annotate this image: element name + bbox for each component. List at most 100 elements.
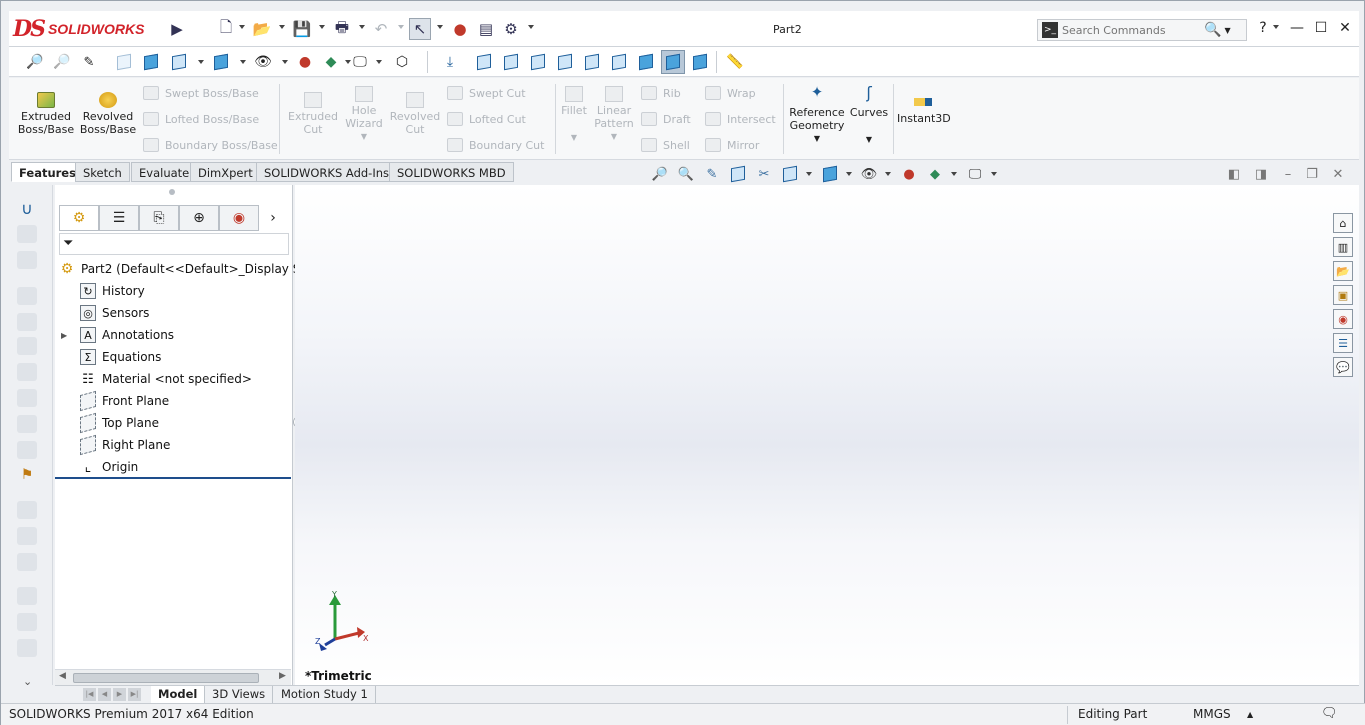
close-window-icon[interactable]: ✕ <box>1335 17 1355 39</box>
draft-button[interactable]: Draft <box>641 112 691 126</box>
appearances-scenes-icon[interactable]: ◉ <box>1333 309 1353 329</box>
new-document-icon[interactable]: 🗋 <box>216 18 236 39</box>
tab-3d-views[interactable]: 3D Views <box>205 686 274 703</box>
doc-restore-icon[interactable]: ❐ <box>1303 165 1321 183</box>
solidworks-resources-home-icon[interactable]: ⌂ <box>1333 213 1353 233</box>
expand-menu-arrow-icon[interactable]: ▶ <box>167 19 187 39</box>
select-arrow-icon[interactable]: ↖ <box>409 18 431 40</box>
tree-item-equations[interactable]: Σ Equations <box>80 347 161 367</box>
tree-filter-box[interactable]: ⏷ <box>59 233 289 255</box>
hud-view-orientation-caret-icon[interactable] <box>806 172 812 176</box>
tab-features[interactable]: Features <box>11 162 84 182</box>
help-dropdown-caret-icon[interactable] <box>1273 25 1279 29</box>
display-style-icon[interactable] <box>211 52 231 72</box>
bottom-view-icon[interactable] <box>609 52 629 72</box>
hide-show-items-eye-icon[interactable]: 👁 <box>253 52 273 72</box>
open-dropdown-caret-icon[interactable] <box>279 25 285 29</box>
design-library-icon[interactable]: ▥ <box>1333 237 1353 257</box>
undo-dropdown-caret-icon[interactable] <box>398 25 404 29</box>
zoom-to-fit-icon[interactable]: 🔎 <box>25 52 45 72</box>
graphics-area[interactable]: Y X Z *Trimetric ⌂ ▥ 📂 ▣ ◉ ☰ 💬 <box>295 185 1359 685</box>
hud-view-orientation-icon[interactable] <box>781 165 799 183</box>
first-tab-icon[interactable]: |◀ <box>83 688 96 701</box>
doc-minimize-icon[interactable]: – <box>1279 165 1297 183</box>
scroll-thumb[interactable] <box>73 673 259 683</box>
shell-button[interactable]: Shell <box>641 138 690 152</box>
measure-tool-icon[interactable]: 📏 <box>725 52 745 72</box>
hole-wizard-caret-icon[interactable]: ▼ <box>339 130 389 143</box>
revolved-boss-button[interactable]: Revolved Boss/Base <box>79 92 137 136</box>
magnet-icon[interactable]: ∪ <box>17 199 37 218</box>
tree-item-right-plane[interactable]: Right Plane <box>80 434 170 456</box>
zoom-to-area-icon[interactable]: 🔎 <box>52 52 72 72</box>
boundary-boss-button[interactable]: Boundary Boss/Base <box>143 138 278 152</box>
dimxpert-manager-tab-icon[interactable]: ⊕ <box>179 205 219 231</box>
select-dropdown-caret-icon[interactable] <box>437 25 443 29</box>
curves-caret-icon[interactable]: ▼ <box>849 133 889 146</box>
viewport-tile-right-icon[interactable]: ◨ <box>1252 165 1270 183</box>
strip-tool-icon[interactable] <box>17 415 37 433</box>
print-icon[interactable]: 🖶 <box>332 18 352 39</box>
prev-tab-icon[interactable]: ◀ <box>98 688 111 701</box>
hud-edit-appearance-icon[interactable]: ● <box>900 165 918 183</box>
reference-geometry-button[interactable]: ✦ Reference Geometry ▼ <box>787 85 847 145</box>
search-commands-box[interactable]: >_ 🔍 ▼ <box>1037 19 1247 41</box>
intersect-button[interactable]: Intersect <box>705 112 776 126</box>
apply-scene-icon[interactable]: ◆ <box>321 52 341 72</box>
previous-view-icon[interactable]: ✎ <box>79 52 99 72</box>
reference-geometry-caret-icon[interactable]: ▼ <box>787 132 847 145</box>
options-gear-icon[interactable]: ⚙ <box>501 19 521 39</box>
strip-tool-icon[interactable] <box>17 527 37 545</box>
hud-zoom-to-fit-icon[interactable]: 🔎 <box>651 165 669 183</box>
viewport-tile-left-icon[interactable]: ◧ <box>1225 165 1243 183</box>
filter-funnel-icon[interactable]: ⏷ <box>63 236 73 251</box>
strip-expand-chevron-icon[interactable]: ⌄ <box>23 675 32 688</box>
hud-section-view-icon[interactable] <box>729 165 747 183</box>
display-manager-tab-icon[interactable]: ◉ <box>219 205 259 231</box>
tree-item-top-plane[interactable]: Top Plane <box>80 412 159 434</box>
customize-status-bar-icon[interactable]: 🗨 <box>1321 706 1338 721</box>
strip-tool-icon[interactable] <box>17 501 37 519</box>
solidworks-logo[interactable]: DS SOLIDWORKS <box>13 15 168 43</box>
search-dropdown-caret-icon[interactable]: ▼ <box>1224 26 1230 35</box>
rebuild-traffic-light-icon[interactable]: ● <box>450 19 470 39</box>
view-orientation-icon[interactable] <box>169 52 189 72</box>
expand-arrow-icon[interactable]: ▶ <box>61 331 80 340</box>
strip-tool-icon[interactable] <box>17 553 37 571</box>
tab-evaluate[interactable]: Evaluate <box>131 162 198 182</box>
scroll-left-arrow-icon[interactable]: ◀ <box>59 671 66 681</box>
trimetric-view-icon[interactable] <box>661 50 685 74</box>
tree-item-annotations[interactable]: ▶ A Annotations <box>61 325 174 345</box>
tree-item-history[interactable]: ↻ History <box>80 281 145 301</box>
edit-appearance-icon[interactable]: ● <box>295 52 315 72</box>
extruded-cut-button[interactable]: Extruded Cut <box>285 92 341 136</box>
dynamic-annotation-icon[interactable] <box>141 52 161 72</box>
left-view-icon[interactable] <box>528 52 548 72</box>
top-view-icon[interactable] <box>582 52 602 72</box>
panel-splitter-handle[interactable] <box>169 189 175 195</box>
new-dropdown-caret-icon[interactable] <box>239 25 245 29</box>
hide-show-caret-icon[interactable] <box>282 60 288 64</box>
tree-item-sensors[interactable]: ◎ Sensors <box>80 303 149 323</box>
property-manager-tab-icon[interactable]: ☰ <box>99 205 139 231</box>
hud-previous-view-icon[interactable]: ✎ <box>703 165 721 183</box>
strip-tool-icon[interactable] <box>17 389 37 407</box>
hole-wizard-button[interactable]: Hole Wizard ▼ <box>339 86 389 143</box>
hud-hide-show-eye-icon[interactable]: 👁 <box>860 165 878 183</box>
view-settings-monitor-icon[interactable]: 🖵 <box>350 52 370 72</box>
dimetric-view-icon[interactable] <box>690 52 710 72</box>
display-style-caret-icon[interactable] <box>240 60 246 64</box>
strip-tool-icon[interactable] <box>17 441 37 459</box>
configuration-manager-tab-icon[interactable]: ⎘ <box>139 205 179 231</box>
view-orientation-caret-icon[interactable] <box>198 60 204 64</box>
search-commands-input[interactable] <box>1062 23 1200 37</box>
tab-solidworks-mbd[interactable]: SOLIDWORKS MBD <box>389 162 514 182</box>
panel-horizontal-scrollbar[interactable]: ◀ ▶ <box>55 669 291 685</box>
lofted-cut-button[interactable]: Lofted Cut <box>447 112 526 126</box>
hud-display-style-icon[interactable] <box>821 165 839 183</box>
hud-view-settings-monitor-icon[interactable]: 🖵 <box>966 165 984 183</box>
hud-display-style-caret-icon[interactable] <box>846 172 852 176</box>
strip-tool-icon[interactable] <box>17 225 37 243</box>
maximize-window-icon[interactable]: ☐ <box>1311 17 1331 39</box>
extruded-boss-button[interactable]: Extruded Boss/Base <box>17 92 75 136</box>
